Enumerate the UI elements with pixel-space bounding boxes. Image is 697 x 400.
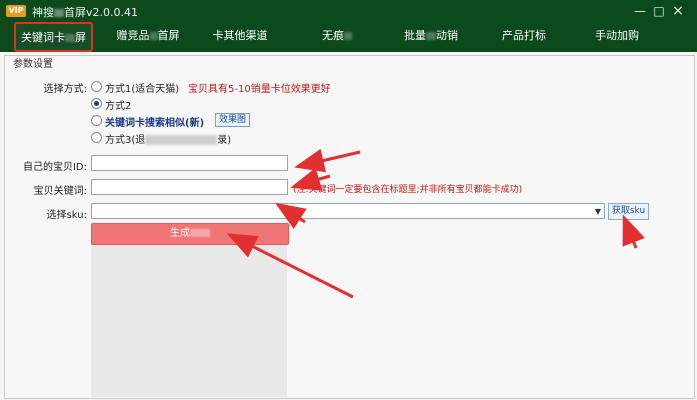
tab-label-suffix: 动销 [436,29,458,42]
sku-label: 选择sku: [46,210,87,221]
title-left: 神搜 [32,6,54,19]
title-bar: VIP 神搜 首屏v2.0.0.41 — □ × [0,0,697,22]
radio-method-1[interactable] [91,81,102,92]
keyword-label: 宝贝关键词: [33,186,87,197]
vip-badge: VIP [6,5,26,17]
radio-keyword-similar[interactable] [91,115,102,126]
tab-keyword-card[interactable]: 关键词卡屏 [14,22,93,52]
option-method-3-text: 方式3(退 [105,135,146,146]
sku-select[interactable]: ▼ [91,203,605,219]
tab-label: 无痕 [322,29,344,42]
generate-button[interactable]: 生成 [91,223,289,245]
option-method-1-note: 宝贝具有5-10销量卡位效果更好 [188,84,331,95]
tab-label-suffix: 屏 [75,31,86,44]
item-id-input[interactable] [91,155,288,171]
tab-redaction [65,34,75,42]
tab-no-trace[interactable]: 无痕 [314,22,360,52]
tab-label: 卡其他渠道 [212,29,268,42]
title-redaction [54,9,64,17]
keyword-input[interactable] [91,179,288,195]
close-button[interactable]: × [670,3,686,19]
tab-redaction [149,32,158,40]
option-method-1-label: 方式1(适合天猫) [105,84,180,95]
radio-method-2[interactable] [91,98,102,109]
method-label: 选择方式: [43,84,87,95]
item-id-label: 自己的宝贝ID: [22,162,87,173]
tab-label: 手动加购 [595,29,639,42]
tab-competitor[interactable]: 赠竞品 首屏 [112,22,184,52]
tab-batch-sales[interactable]: 批量 动销 [403,22,459,52]
window-title: 神搜 首屏v2.0.0.41 [32,4,138,20]
params-section-title: 参数设置 [13,59,53,70]
tab-manual-cart[interactable]: 手动加购 [593,22,641,52]
nav-bar: 关键词卡屏 赠竞品 首屏 卡其他渠道 无痕 批量 动销 产品打标 手动加购 [0,22,697,52]
generate-redaction [190,229,210,237]
keyword-note: (注:关键词一定要包含在标题里;并非所有宝贝都能卡成功) [293,185,523,195]
title-right: 首屏v2.0.0.41 [64,6,138,19]
tab-label: 赠竞品 [116,29,150,42]
tab-label: 批量 [404,29,426,42]
tab-product-tag[interactable]: 产品打标 [500,22,548,52]
tab-redaction [426,32,436,40]
option-method-3-label: 方式3(退 录) [105,131,231,146]
output-list[interactable] [91,245,287,397]
option-method-3-suffix: 录) [217,135,232,146]
params-panel: 参数设置 选择方式: 方式1(适合天猫) 宝贝具有5-10销量卡位效果更好 方式… [4,55,695,399]
tab-redaction [344,32,352,40]
tab-other-channels[interactable]: 卡其他渠道 [207,22,273,52]
app-window: VIP 神搜 首屏v2.0.0.41 — □ × 关键词卡屏 赠竞品 首屏 卡其他渠… [0,0,697,400]
effect-image-button[interactable]: 效果图 [215,113,251,127]
option-method-3-redaction [145,135,218,145]
option-keyword-similar-label: 关键词卡搜索相似(新) [105,118,205,129]
chevron-down-icon: ▼ [594,207,601,216]
generate-label: 生成 [170,228,190,239]
tab-label-suffix: 首屏 [157,29,180,42]
get-sku-button[interactable]: 获取sku [608,203,649,220]
tab-label: 产品打标 [502,29,546,42]
option-method-2-label: 方式2 [105,101,132,112]
minimize-button[interactable]: — [632,3,648,19]
maximize-button[interactable]: □ [651,3,667,19]
radio-method-3[interactable] [91,132,102,143]
tab-label: 关键词卡 [21,31,65,44]
